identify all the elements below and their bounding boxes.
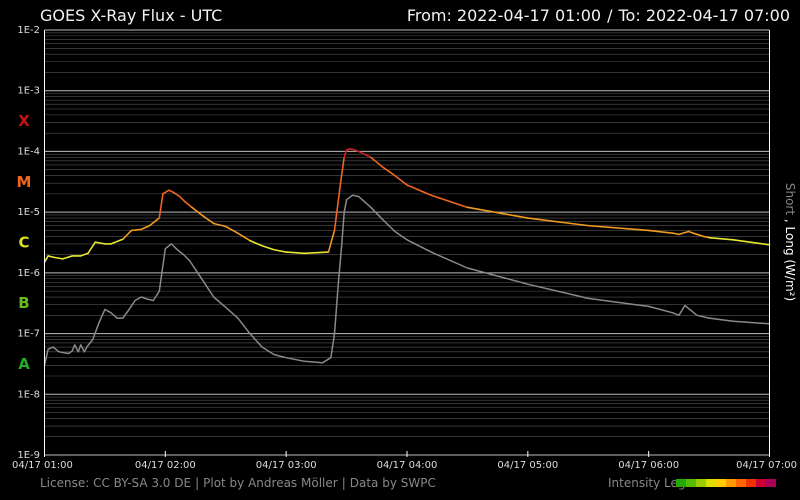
footer-credits: License: CC BY-SA 3.0 DE | Plot by Andreas… <box>40 476 436 490</box>
intensity-swatch <box>756 479 766 487</box>
series-long <box>43 148 771 263</box>
series-segment-long <box>158 193 164 219</box>
series-segment-long <box>369 156 384 168</box>
series-segment-long <box>162 189 170 195</box>
intensity-legend: Intensity Leg <box>608 476 776 490</box>
x-tick-label: 04/17 03:00 <box>256 460 317 471</box>
xray-flux-chart: 1E-21E-31E-41E-51E-61E-71E-81E-9 04/17 0… <box>12 25 797 471</box>
x-tick-label: 04/17 06:00 <box>618 460 679 471</box>
intensity-swatch <box>736 479 746 487</box>
series-segment-long <box>647 229 674 234</box>
series-segment-long <box>168 189 175 194</box>
plot-by-text: Plot by Andreas Möller <box>203 476 338 490</box>
license-text: License: CC BY-SA 3.0 DE <box>40 476 192 490</box>
series-segment-long <box>140 224 151 231</box>
flare-class-b: B <box>18 294 29 312</box>
series-segment-long <box>61 255 74 260</box>
footer-separator: | <box>341 476 346 490</box>
y-tick-label: 1E-4 <box>17 146 40 157</box>
series-segment-long <box>672 232 680 236</box>
intensity-legend-label: Intensity Leg <box>608 476 686 490</box>
y-tick-label: 1E-2 <box>17 25 40 36</box>
data-by-text: Data by SWPC <box>349 476 436 490</box>
series-segment-long <box>382 166 396 177</box>
series-lines <box>43 148 771 366</box>
intensity-swatch <box>676 479 686 487</box>
series-segment-long <box>261 244 275 251</box>
series-segment-long <box>692 232 704 238</box>
y-axis-label: Short , Long (W/m²) <box>783 183 797 301</box>
series-segment-long <box>53 256 64 260</box>
intensity-swatch <box>716 479 726 487</box>
y-tick-label: 1E-5 <box>17 207 40 218</box>
series-segment-long <box>303 251 330 255</box>
grid <box>44 29 770 457</box>
x-tick-label: 04/17 01:00 <box>12 460 73 471</box>
series-segment-long <box>285 251 306 255</box>
series-segment-long <box>191 206 203 216</box>
series-segment-long <box>224 225 239 234</box>
intensity-swatch <box>746 479 756 487</box>
series-line-short <box>43 194 770 366</box>
x-tick-label: 04/17 05:00 <box>497 460 558 471</box>
series-segment-long <box>708 236 735 241</box>
series-segment-long <box>122 229 133 240</box>
series-segment-long <box>394 174 408 186</box>
x-tick-label: 04/17 04:00 <box>377 460 438 471</box>
series-segment-long <box>678 230 690 236</box>
series-segment-long <box>179 195 186 203</box>
intensity-color-bar <box>676 479 776 487</box>
footer-separator: | <box>195 476 200 490</box>
x-axis-ticks: 04/17 01:00 04/17 02:00 04/17 03:00 04/17 0… <box>12 460 797 471</box>
series-segment-long <box>273 248 287 253</box>
flare-class-x: X <box>18 112 30 130</box>
y-tick-label: 1E-8 <box>17 389 40 400</box>
y-label-comma: , <box>783 215 797 226</box>
series-segment-long <box>130 228 142 232</box>
series-segment-long <box>333 182 342 232</box>
series-segment-long <box>339 156 345 184</box>
series-segment-long <box>43 255 49 263</box>
y-tick-label: 1E-3 <box>17 86 40 97</box>
series-segment-long <box>430 194 469 209</box>
y-label-short: Short <box>783 183 797 215</box>
intensity-swatch <box>696 479 706 487</box>
series-segment-long <box>183 200 193 209</box>
y-tick-label: 1E-7 <box>17 329 40 340</box>
series-short <box>43 194 770 366</box>
series-segment-long <box>237 232 251 242</box>
intensity-swatch <box>766 479 776 487</box>
series-segment-long <box>212 222 227 228</box>
flare-class-a: A <box>18 355 30 373</box>
series-segment-long <box>249 239 263 247</box>
series-segment-long <box>200 214 215 225</box>
x-tick-label: 04/17 02:00 <box>135 460 196 471</box>
series-segment-long <box>327 229 336 253</box>
y-tick-label: 1E-6 <box>17 268 40 279</box>
flare-class-m: M <box>17 173 32 191</box>
series-segment-long <box>47 255 55 259</box>
series-segment-long <box>172 191 181 198</box>
series-segment-long <box>110 238 124 245</box>
series-segment-long <box>587 224 650 232</box>
x-tick-label: 04/17 07:00 <box>736 460 797 471</box>
intensity-swatch <box>706 479 716 487</box>
series-segment-long <box>466 206 529 219</box>
intensity-swatch <box>726 479 736 487</box>
flare-class-c: C <box>18 234 29 252</box>
intensity-swatch <box>686 479 696 487</box>
y-label-long: Long (W/m²) <box>783 227 797 302</box>
